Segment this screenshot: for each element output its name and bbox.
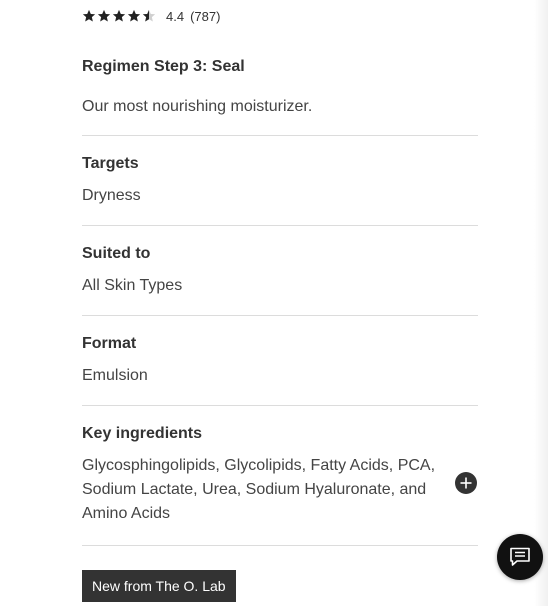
- divider: [82, 315, 478, 316]
- rating-value: 4.4: [166, 8, 185, 24]
- detail-label-key-ingredients: Key ingredients: [82, 425, 203, 442]
- review-count[interactable]: (787): [190, 9, 220, 24]
- product-description: Our most nourishing moisturizer.: [82, 98, 313, 115]
- product-details-page: 4.4 (787) Regimen Step 3: Seal Our most …: [0, 0, 548, 606]
- new-badge: New from The O. Lab: [82, 570, 236, 602]
- divider: [82, 135, 478, 136]
- divider: [82, 545, 478, 546]
- chat-button[interactable]: [497, 534, 543, 580]
- regimen-step: Regimen Step 3: Seal: [82, 58, 245, 75]
- detail-value-suited-to: All Skin Types: [82, 277, 183, 294]
- detail-value-key-ingredients: Glycosphingolipids, Glycolipids, Fatty A…: [82, 457, 436, 522]
- detail-label-targets: Targets: [82, 155, 139, 172]
- plus-icon: [460, 477, 472, 489]
- star-icon: [82, 9, 96, 22]
- divider: [82, 405, 478, 406]
- star-rating: [82, 9, 156, 23]
- detail-label-suited-to: Suited to: [82, 245, 151, 262]
- expand-ingredients-button[interactable]: [455, 472, 477, 494]
- edge-shade: [534, 0, 548, 606]
- detail-value-format: Emulsion: [82, 367, 148, 384]
- star-icon: [112, 9, 126, 22]
- detail-label-format: Format: [82, 335, 137, 352]
- detail-value-targets: Dryness: [82, 187, 141, 204]
- star-icon: [127, 9, 141, 22]
- rating-summary[interactable]: 4.4 (787): [82, 7, 220, 25]
- star-icon: [97, 9, 111, 22]
- divider: [82, 225, 478, 226]
- star-half-icon: [142, 9, 156, 22]
- chat-icon: [510, 547, 530, 566]
